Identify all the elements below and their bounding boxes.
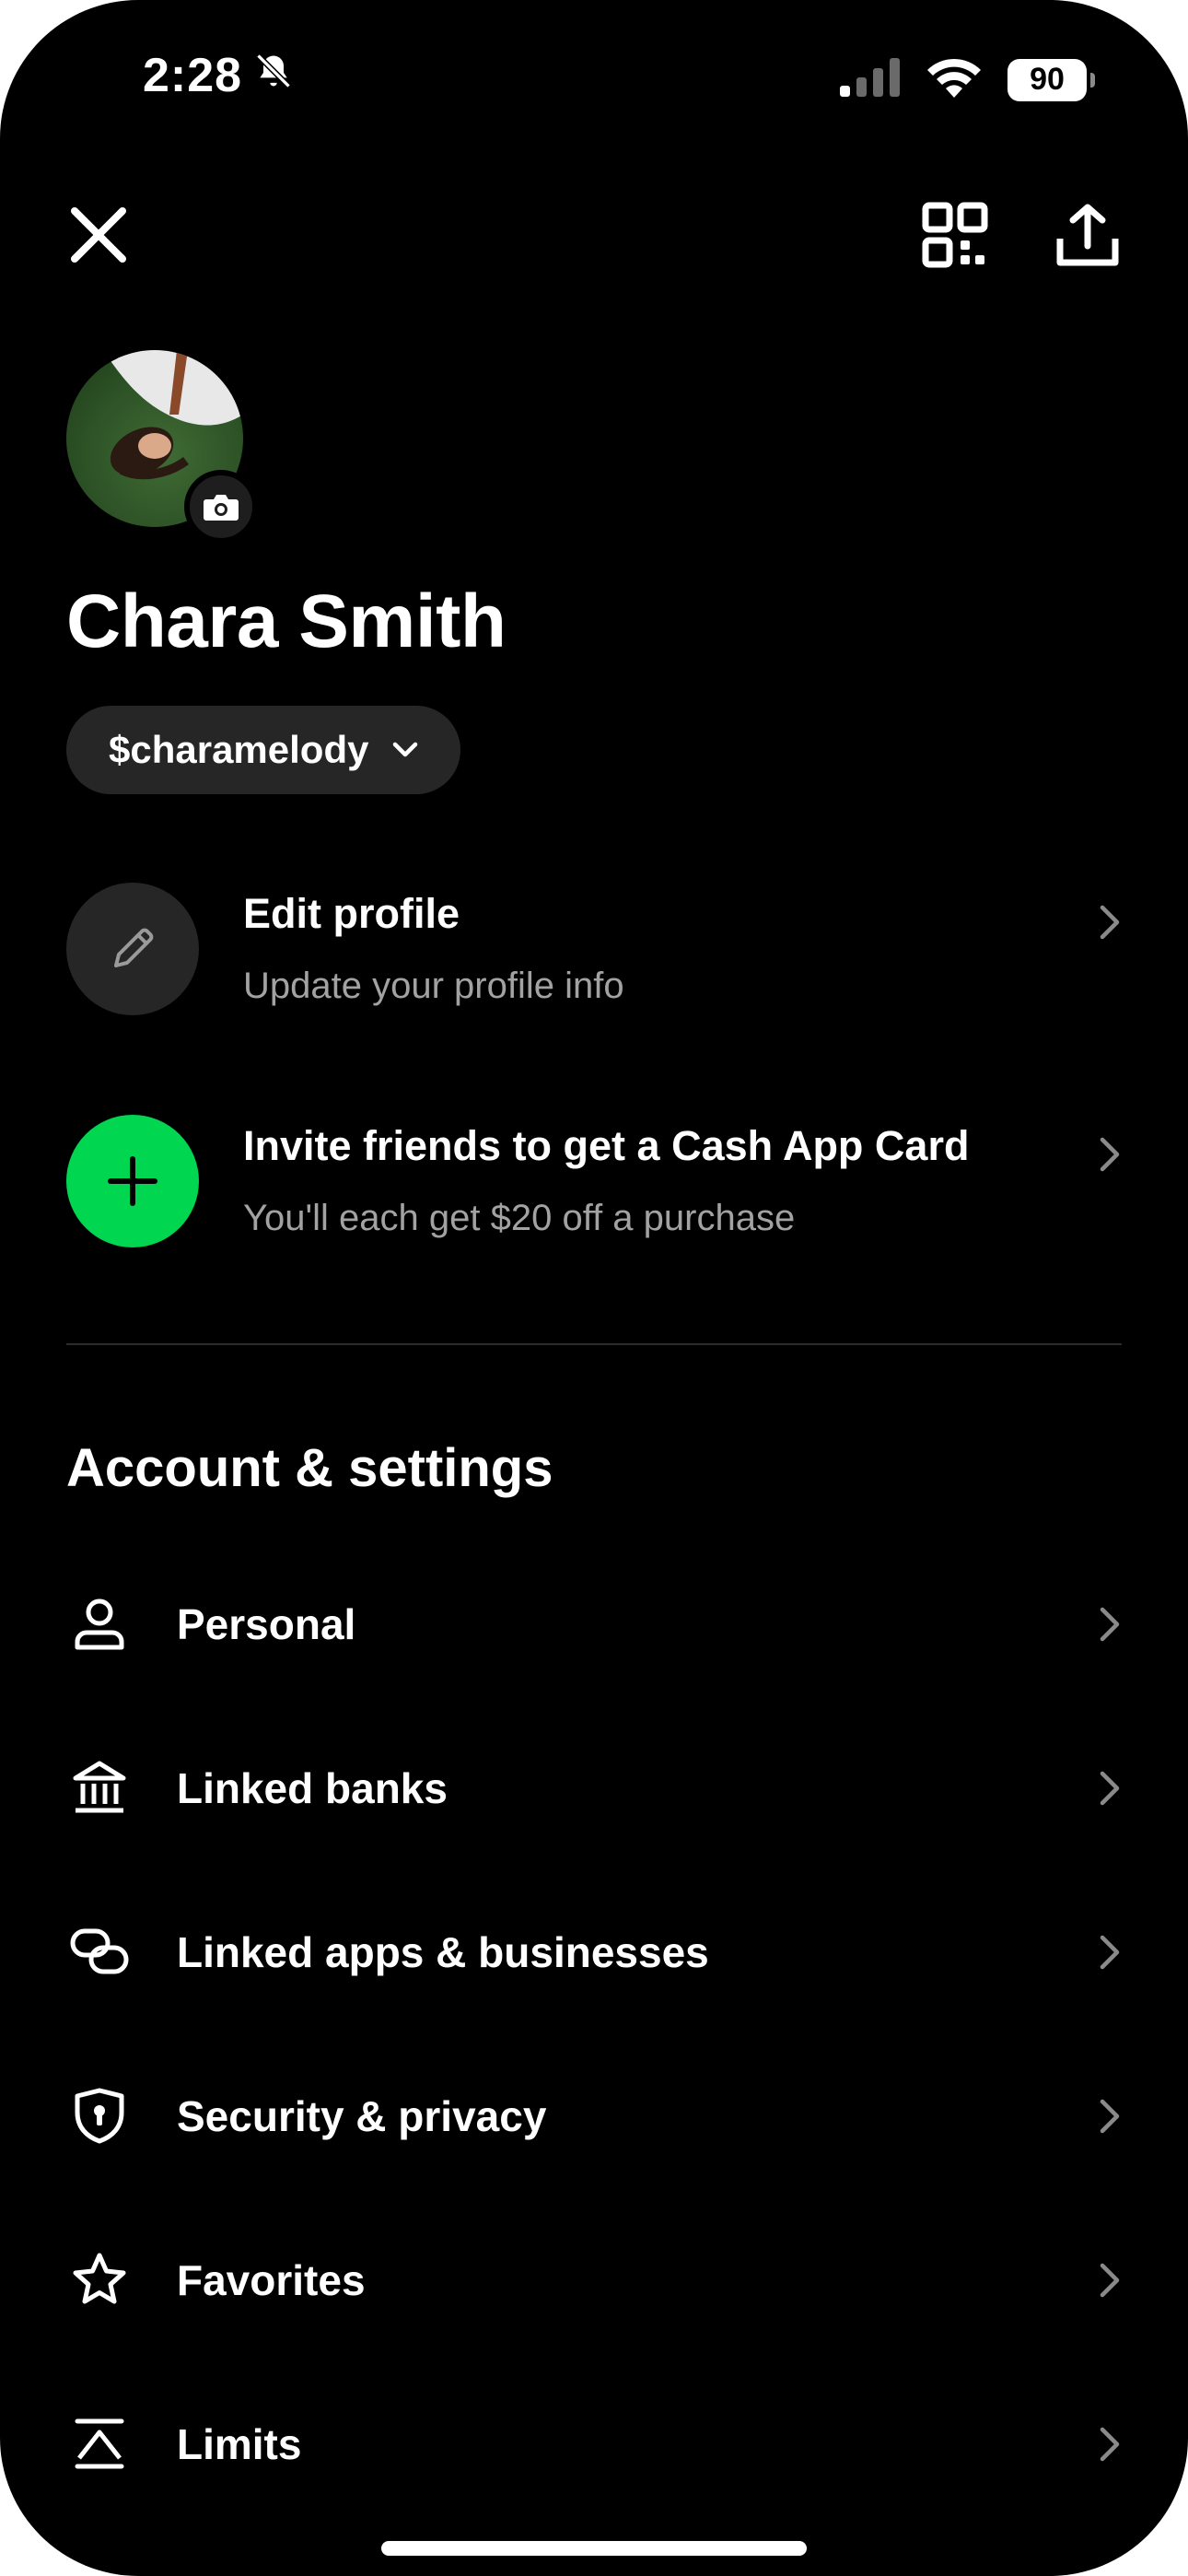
profile-screen: 2:28 90 Chara Smith $charamelody Edit pr… <box>0 0 1188 2576</box>
chevron-right-icon <box>1096 1765 1124 1811</box>
chevron-right-icon <box>1096 2093 1124 2139</box>
wifi-icon <box>926 57 982 102</box>
edit-profile-icon-circle <box>66 883 199 1015</box>
bell-slash-icon <box>253 48 294 103</box>
settings-item-linked-apps[interactable]: Linked apps & businesses <box>66 1905 1124 1997</box>
edit-profile-subtitle: Update your profile info <box>243 966 624 1006</box>
settings-item-label: Security & privacy <box>177 2092 547 2140</box>
battery-icon: 90 <box>1007 58 1095 101</box>
qr-code-button[interactable] <box>914 193 996 276</box>
camera-icon <box>204 495 239 521</box>
chevron-right-icon <box>1096 1601 1124 1647</box>
change-photo-button[interactable] <box>184 470 258 544</box>
signal-icon <box>840 58 901 101</box>
settings-item-label: Personal <box>177 1600 356 1648</box>
divider <box>66 1343 1122 1345</box>
chevron-right-icon <box>1096 899 1124 945</box>
invite-friends-title: Invite friends to get a Cash App Card <box>243 1122 970 1169</box>
close-icon <box>71 207 126 263</box>
bank-icon <box>66 1751 133 1824</box>
edit-profile-row[interactable]: Edit profile Update your profile info <box>66 883 1124 1017</box>
settings-item-label: Favorites <box>177 2256 366 2304</box>
person-icon <box>66 1587 133 1660</box>
settings-item-linked-banks[interactable]: Linked banks <box>66 1741 1124 1833</box>
status-bar-right: 90 <box>840 57 1095 102</box>
share-icon <box>1056 204 1119 266</box>
chevron-right-icon <box>1096 2421 1124 2467</box>
chevron-down-icon <box>393 742 418 757</box>
limits-icon <box>66 2406 133 2480</box>
plus-icon <box>108 1156 157 1206</box>
status-bar-time: 2:28 <box>143 48 294 103</box>
settings-item-label: Limits <box>177 2420 302 2468</box>
time-text: 2:28 <box>143 49 243 102</box>
settings-item-security[interactable]: Security & privacy <box>66 2069 1124 2161</box>
edit-profile-title: Edit profile <box>243 890 460 937</box>
settings-item-personal[interactable]: Personal <box>66 1577 1124 1669</box>
invite-friends-row[interactable]: Invite friends to get a Cash App Card Yo… <box>66 1115 1124 1249</box>
cashtag-text: $charamelody <box>109 728 369 771</box>
settings-item-label: Linked apps & businesses <box>177 1928 709 1976</box>
chevron-right-icon <box>1096 2257 1124 2303</box>
close-button[interactable] <box>57 193 140 276</box>
star-icon <box>66 2242 133 2316</box>
share-button[interactable] <box>1046 193 1129 276</box>
settings-item-limits[interactable]: Limits <box>66 2397 1124 2489</box>
section-heading: Account & settings <box>66 1438 553 1498</box>
qr-code-icon <box>922 202 988 268</box>
profile-name: Chara Smith <box>66 580 507 663</box>
invite-icon-circle <box>66 1115 199 1247</box>
link-icon <box>66 1914 133 1988</box>
cashtag-selector[interactable]: $charamelody <box>66 706 461 794</box>
settings-item-label: Linked banks <box>177 1764 448 1812</box>
battery-level: 90 <box>1030 62 1065 97</box>
invite-friends-subtitle: You'll each get $20 off a purchase <box>243 1198 796 1238</box>
home-indicator[interactable] <box>381 2541 807 2556</box>
pencil-icon <box>114 928 154 967</box>
chevron-right-icon <box>1096 1929 1124 1975</box>
chevron-right-icon <box>1096 1131 1124 1177</box>
avatar-container[interactable] <box>66 350 258 544</box>
settings-item-favorites[interactable]: Favorites <box>66 2233 1124 2325</box>
shield-icon <box>66 2078 133 2152</box>
